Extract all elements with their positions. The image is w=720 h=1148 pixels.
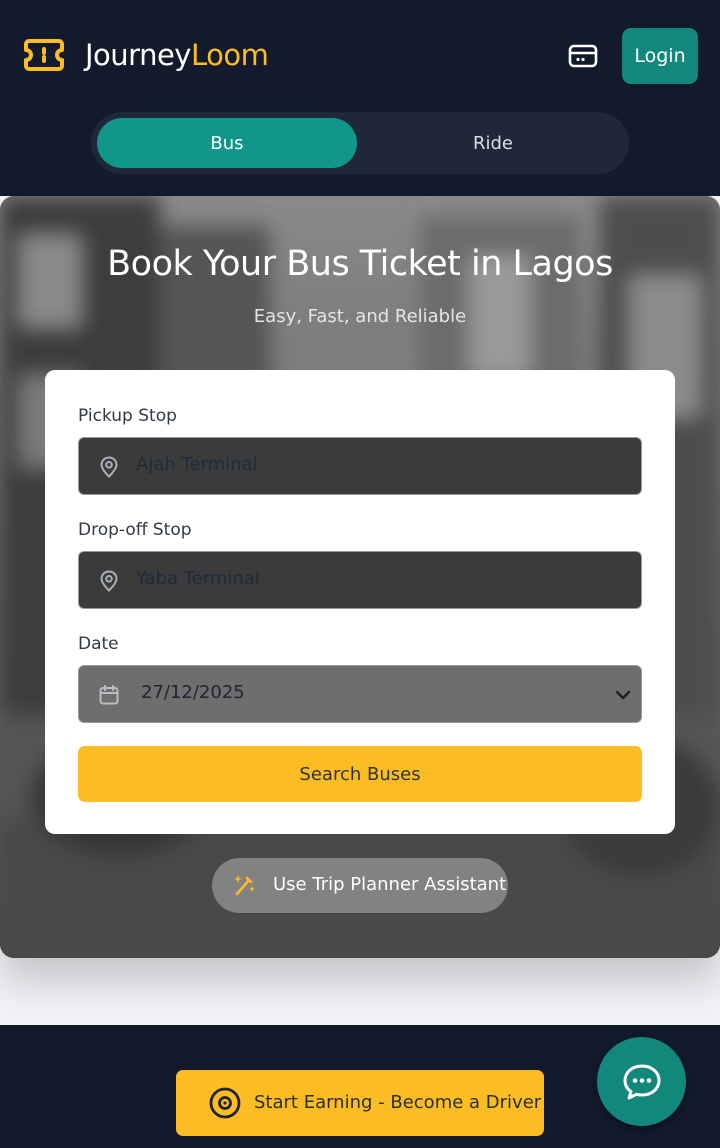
hero-title: Book Your Bus Ticket in Lagos bbox=[107, 244, 613, 284]
hero-section: Book Your Bus Ticket in Lagos Easy, Fast… bbox=[0, 196, 720, 958]
dropoff-value: Yaba Terminal bbox=[136, 568, 260, 589]
chat-button[interactable] bbox=[597, 1037, 686, 1126]
location-pin-icon bbox=[100, 570, 118, 592]
magic-wand-icon bbox=[234, 875, 255, 896]
date-label: Date bbox=[78, 634, 119, 654]
brand-name-accent: Loom bbox=[190, 38, 269, 72]
pickup-label: Pickup Stop bbox=[78, 406, 177, 426]
hero-subtitle: Easy, Fast, and Reliable bbox=[253, 306, 467, 327]
tab-ride[interactable]: Ride bbox=[363, 118, 623, 168]
date-select[interactable]: 27/12/2025 bbox=[78, 665, 642, 723]
calendar-icon bbox=[99, 685, 119, 705]
become-driver-label: Start Earning - Become a Driver bbox=[254, 1092, 542, 1113]
location-pin-icon bbox=[100, 456, 118, 478]
become-driver-button[interactable]: Start Earning - Become a Driver bbox=[176, 1070, 544, 1136]
dropoff-field[interactable]: Yaba Terminal bbox=[78, 551, 642, 609]
dropoff-label: Drop-off Stop bbox=[78, 520, 192, 540]
mode-tabs: Bus Ride bbox=[91, 112, 629, 174]
booking-form: Pickup Stop Ajah Terminal Drop-off Stop … bbox=[45, 370, 675, 834]
trip-planner-assistant-button[interactable]: Use Trip Planner Assistant bbox=[212, 858, 508, 913]
tab-bus[interactable]: Bus bbox=[97, 118, 357, 168]
date-value: 27/12/2025 bbox=[141, 682, 245, 703]
brand-logo[interactable]: JourneyLoom bbox=[24, 38, 269, 72]
credit-card-icon bbox=[568, 44, 598, 68]
tickets-card-button[interactable] bbox=[566, 40, 600, 72]
top-header: JourneyLoom Login Bus Ride bbox=[0, 0, 720, 196]
brand-name-primary: Journey bbox=[85, 38, 191, 72]
ticket-icon bbox=[24, 39, 64, 71]
pickup-value: Ajah Terminal bbox=[136, 454, 258, 475]
pickup-field[interactable]: Ajah Terminal bbox=[78, 437, 642, 495]
chat-bubble-icon bbox=[623, 1064, 660, 1099]
brand-name: JourneyLoom bbox=[85, 38, 269, 72]
steering-wheel-icon bbox=[209, 1087, 241, 1119]
login-button[interactable]: Login bbox=[622, 28, 698, 84]
search-buses-button[interactable]: Search Buses bbox=[78, 746, 642, 802]
trip-planner-assistant-label: Use Trip Planner Assistant bbox=[273, 874, 507, 895]
chevron-down-icon bbox=[615, 690, 631, 700]
